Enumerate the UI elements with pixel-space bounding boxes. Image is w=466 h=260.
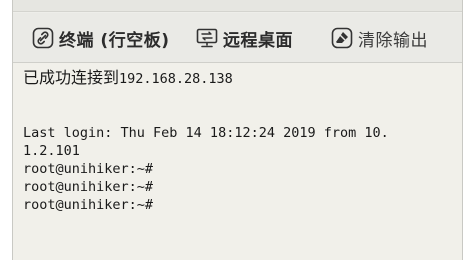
last-login-line-continued: 1.2.101: [23, 143, 80, 159]
tab-terminal[interactable]: 终端 (行空板): [32, 25, 169, 51]
monitor-icon: [196, 27, 218, 49]
eraser-icon: [331, 27, 353, 49]
connection-status-text: 已成功连接到: [23, 68, 120, 87]
clear-output-label: 清除输出: [358, 30, 428, 51]
shell-prompt: root@unihiker:~#: [23, 197, 154, 213]
clear-output-button[interactable]: 清除输出: [331, 25, 428, 51]
tab-remote-desktop[interactable]: 远程桌面: [196, 25, 293, 51]
connection-ip: 192.168.28.138: [119, 71, 233, 87]
shell-prompt: root@unihiker:~#: [23, 161, 154, 177]
terminal-output[interactable]: 已成功连接到192.168.28.138 Last login: Thu Feb…: [13, 63, 462, 260]
toolbar: 终端 (行空板) 远程桌面 清除输出: [13, 13, 462, 63]
link-icon: [32, 27, 54, 49]
tab-remote-desktop-label: 远程桌面: [223, 30, 293, 51]
last-login-line: Last login: Thu Feb 14 18:12:24 2019 fro…: [23, 125, 389, 141]
terminal-panel: 终端 (行空板) 远程桌面 清除输出 已成功连接到192.168.28.138 …: [12, 0, 463, 260]
panel-top-edge: [13, 0, 462, 12]
connection-status-line: 已成功连接到192.168.28.138: [23, 69, 462, 88]
shell-prompt: root@unihiker:~#: [23, 179, 154, 195]
tab-terminal-label: 终端 (行空板): [59, 30, 170, 51]
